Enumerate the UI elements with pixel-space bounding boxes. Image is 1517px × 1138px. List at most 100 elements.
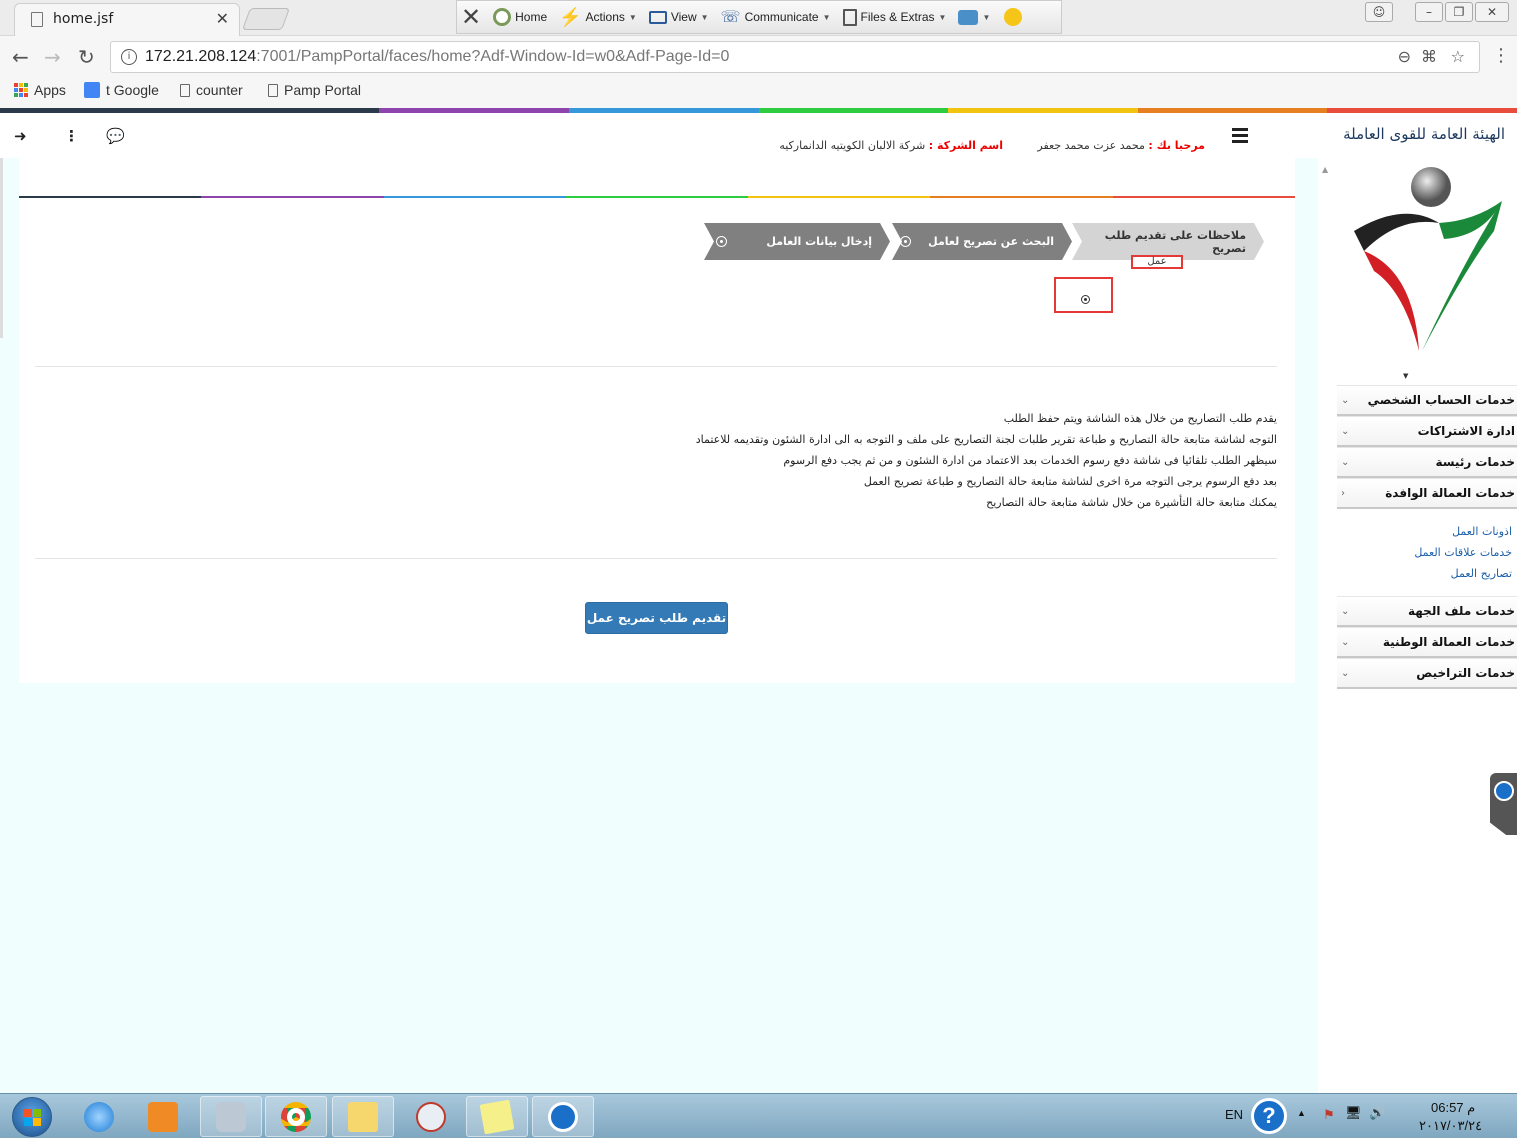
- scroll-up-icon[interactable]: ▲: [1322, 165, 1328, 174]
- highlighted-step-indicator[interactable]: [1054, 277, 1113, 313]
- submenu-work-authorizations[interactable]: تصاريح العمل: [1337, 563, 1512, 584]
- menu-item-subscriptions[interactable]: ادارة الاشتراكات ⌄: [1337, 416, 1517, 447]
- maximize-button[interactable]: ❐: [1445, 2, 1473, 22]
- divider: [35, 366, 1277, 367]
- bookmark-counter[interactable]: counter: [180, 82, 243, 98]
- close-tab-icon[interactable]: ✕: [216, 9, 229, 28]
- clock-date[interactable]: ٢٠١٧/٠٣/٢٤: [1419, 1118, 1482, 1134]
- files-icon: [842, 8, 857, 26]
- submit-permit-request-button[interactable]: تقديم طلب تصريح عمل: [585, 602, 728, 634]
- bookmark-pamp-portal[interactable]: Pamp Portal: [268, 82, 361, 98]
- smiley-icon[interactable]: [1004, 8, 1023, 26]
- taskbar-media-player[interactable]: [132, 1096, 194, 1137]
- browser-tab[interactable]: home.jsf ✕: [14, 3, 240, 36]
- more-vertical-icon[interactable]: ⋮: [64, 127, 79, 145]
- radio-dot-icon: [1081, 295, 1090, 304]
- taskbar-chrome[interactable]: [265, 1096, 327, 1137]
- close-session-icon[interactable]: ✕: [461, 3, 481, 32]
- clock-time[interactable]: 06:57 م: [1431, 1100, 1475, 1116]
- panel-color-line: [19, 196, 1295, 198]
- taskbar-db-tool[interactable]: [200, 1096, 262, 1137]
- chevron-down-icon: ▼: [628, 12, 637, 22]
- user-icon[interactable]: ☺: [1365, 2, 1393, 22]
- sidebar-menu-bottom: خدمات ملف الجهة ⌄ خدمات العمالة الوطنية ⌄ …: [1337, 596, 1517, 689]
- menu-item-expat-services[interactable]: خدمات العمالة الوافدة ‹: [1337, 478, 1517, 509]
- logout-icon[interactable]: ➜: [14, 127, 27, 145]
- star-icon[interactable]: ☆: [1451, 47, 1465, 66]
- translate-icon[interactable]: ⌘: [1421, 47, 1437, 66]
- taskbar-sticky-notes[interactable]: [466, 1096, 528, 1137]
- left-scrollbar[interactable]: [0, 158, 3, 338]
- bookmark-apps[interactable]: Apps: [14, 82, 66, 98]
- zoom-icon[interactable]: ⊖: [1398, 47, 1411, 66]
- welcome-name: محمد عزت محمد جعفر: [1037, 139, 1145, 152]
- menu-item-main-services[interactable]: خدمات رئيسة ⌄: [1337, 447, 1517, 478]
- taskbar-teamviewer[interactable]: [532, 1096, 594, 1137]
- chevron-left-icon: ‹: [1341, 487, 1345, 499]
- step-worker-data[interactable]: إدخال بيانات العامل: [704, 223, 890, 260]
- chevron-down-icon: ⌄: [1341, 636, 1350, 648]
- menu-item-label: خدمات الحساب الشخصي: [1367, 393, 1515, 407]
- home-icon: [493, 8, 512, 26]
- welcome-info: مرحبا بك : محمد عزت محمد جعفر: [1037, 139, 1205, 152]
- org-logo: [1354, 167, 1502, 351]
- windows-taskbar: EN ? ▲ ⚑ 🖥 🔊 06:57 م ٢٠١٧/٠٣/٢٤: [0, 1093, 1517, 1138]
- taskbar-explorer[interactable]: [332, 1096, 394, 1137]
- tv-actions-button[interactable]: ⚡ Actions ▼: [559, 7, 637, 28]
- bookmark-label: t Google: [106, 82, 159, 98]
- tv-files-button[interactable]: Files & Extras ▼: [842, 8, 946, 26]
- chat-icon: [958, 9, 979, 25]
- sidebar-menu-top: خدمات الحساب الشخصي ⌄ ادارة الاشتراكات ⌄ خ…: [1337, 385, 1517, 509]
- chevron-down-icon: ▼: [700, 12, 709, 22]
- tray-expand-icon[interactable]: ▲: [1297, 1108, 1306, 1118]
- language-indicator[interactable]: EN: [1225, 1107, 1243, 1122]
- menu-item-personal-account[interactable]: خدمات الحساب الشخصي ⌄: [1337, 385, 1517, 416]
- page-icon: [180, 83, 190, 97]
- tv-communicate-button[interactable]: ☏ Communicate ▼: [721, 7, 831, 27]
- step-search-permit[interactable]: البحث عن تصريح لعامل: [892, 223, 1072, 260]
- chevron-down-icon: ⌄: [1341, 605, 1350, 617]
- url-host: 172.21.208.124: [145, 48, 257, 65]
- info-icon[interactable]: i: [121, 49, 137, 65]
- taskbar-snipping[interactable]: [400, 1096, 462, 1137]
- tv-home-button[interactable]: Home: [493, 8, 547, 26]
- hamburger-menu-icon[interactable]: [1232, 128, 1248, 146]
- menu-item-label: خدمات رئيسة: [1435, 455, 1515, 469]
- start-button[interactable]: [12, 1097, 52, 1137]
- forward-icon[interactable]: →: [44, 45, 61, 69]
- menu-dots-icon[interactable]: ⋮: [1492, 45, 1510, 66]
- chevron-down-icon: ▼: [822, 12, 831, 22]
- instruction-line: التوجه لشاشة متابعة حالة التصاريح و طباع…: [695, 433, 1277, 446]
- submenu-work-permits[interactable]: اذونات العمل: [1337, 521, 1512, 542]
- reload-icon[interactable]: ↻: [78, 45, 95, 69]
- volume-icon[interactable]: 🔊: [1369, 1105, 1385, 1121]
- tv-chat-button[interactable]: ▼: [958, 9, 990, 25]
- phone-icon: ☏: [720, 9, 741, 26]
- menu-item-label: خدمات التراخيص: [1416, 666, 1515, 680]
- help-icon[interactable]: ?: [1251, 1098, 1287, 1134]
- action-center-icon[interactable]: ⚑: [1323, 1107, 1335, 1123]
- url-input[interactable]: i 172.21.208.124:7001/PampPortal/faces/h…: [110, 41, 1480, 73]
- chevron-down-icon: ⌄: [1341, 425, 1350, 437]
- submenu-labor-relations[interactable]: خدمات علاقات العمل: [1337, 542, 1512, 563]
- menu-item-entity-file[interactable]: خدمات ملف الجهة ⌄: [1337, 596, 1517, 627]
- minimize-button[interactable]: –: [1415, 2, 1443, 22]
- system-tray: EN ? ▲ ⚑ 🖥 🔊 06:57 م ٢٠١٧/٠٣/٢٤: [1217, 1094, 1517, 1138]
- bookmark-label: counter: [196, 82, 243, 98]
- tv-view-button[interactable]: View ▼: [648, 10, 709, 24]
- back-icon[interactable]: ←: [12, 45, 29, 69]
- menu-item-national-labor[interactable]: خدمات العمالة الوطنية ⌄: [1337, 627, 1517, 658]
- address-bar-row: ← → ↻ i 172.21.208.124:7001/PampPortal/f…: [0, 36, 1517, 78]
- internet-explorer-icon: [84, 1101, 114, 1132]
- bookmark-google[interactable]: t Google: [84, 82, 159, 98]
- taskbar-ie[interactable]: [68, 1096, 130, 1137]
- teamviewer-side-panel[interactable]: [1490, 773, 1517, 835]
- company-info: اسم الشركة : شركة الالبان الكويتيه الدان…: [779, 139, 1003, 152]
- menu-item-licenses[interactable]: خدمات التراخيص ⌄: [1337, 658, 1517, 689]
- scissors-icon: [416, 1101, 446, 1132]
- new-tab-button[interactable]: [241, 8, 291, 30]
- network-icon[interactable]: 🖥: [1345, 1105, 1362, 1121]
- close-window-button[interactable]: ✕: [1475, 2, 1509, 22]
- chevron-down-icon: ⌄: [1341, 394, 1350, 406]
- chat-icon[interactable]: 💬: [106, 127, 125, 145]
